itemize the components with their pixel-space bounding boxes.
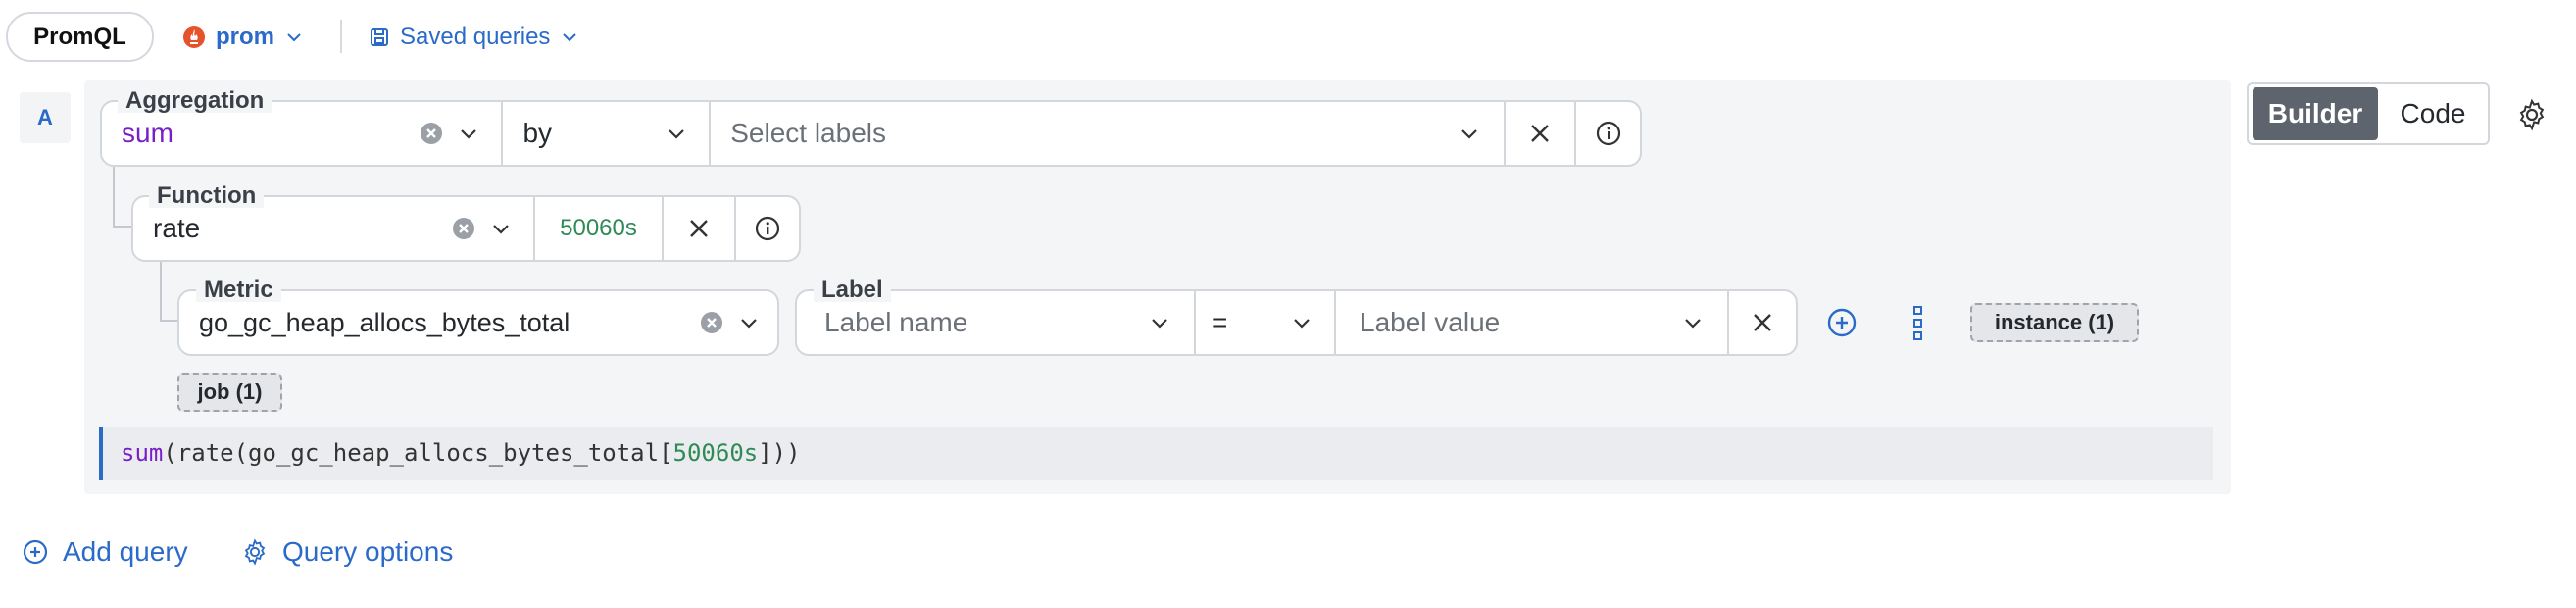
add-label-filter-button[interactable] <box>1826 307 1858 338</box>
gear-icon <box>241 538 269 566</box>
aggregation-legend: Aggregation <box>118 89 272 113</box>
select-labels-input[interactable]: Select labels <box>711 102 1507 165</box>
chevron-down-icon <box>1459 123 1480 144</box>
clear-icon[interactable] <box>451 216 476 241</box>
grouping-select[interactable]: by <box>503 102 712 165</box>
function-info-button[interactable] <box>736 197 799 260</box>
select-labels-placeholder: Select labels <box>730 118 886 148</box>
close-icon <box>1750 310 1775 335</box>
raw-query-body: (rate(go_gc_heap_allocs_bytes_total[ <box>163 439 673 467</box>
function-legend: Function <box>149 184 265 208</box>
metric-legend: Metric <box>196 279 281 302</box>
remove-label-filter-button[interactable] <box>1729 291 1796 354</box>
instance-label-hint[interactable]: instance (1) <box>1970 303 2139 342</box>
toolbar-divider <box>340 20 342 53</box>
prometheus-icon <box>182 25 206 49</box>
job-label-hint[interactable]: job (1) <box>177 373 282 412</box>
add-query-button[interactable]: Add query <box>22 530 188 575</box>
close-icon <box>1527 121 1553 146</box>
function-value: rate <box>153 213 201 243</box>
builder-mode-button[interactable]: Builder <box>2253 87 2378 140</box>
datasource-name: prom <box>216 24 274 50</box>
remove-function-button[interactable] <box>664 197 736 260</box>
chevron-down-icon <box>1291 312 1313 333</box>
raw-query-close: ])) <box>758 439 801 467</box>
query-language-pill[interactable]: PromQL <box>6 12 154 62</box>
label-filter-group: Label name = Label value <box>795 289 1798 356</box>
operation-info-button[interactable] <box>1576 102 1640 165</box>
saved-queries-label: Saved queries <box>400 24 551 50</box>
chevron-down-icon[interactable] <box>458 123 479 144</box>
info-icon <box>755 216 780 241</box>
label-legend: Label <box>814 279 891 302</box>
clear-icon[interactable] <box>419 121 444 146</box>
tree-connector <box>160 261 179 322</box>
chevron-down-icon <box>666 123 687 144</box>
label-value-select[interactable]: Label value <box>1336 291 1729 354</box>
query-letter-badge[interactable]: A <box>20 92 71 143</box>
chevron-down-icon[interactable] <box>738 312 760 333</box>
saved-queries-button[interactable]: Saved queries <box>369 20 579 55</box>
label-operator-select[interactable]: = <box>1196 291 1336 354</box>
aggregation-value: sum <box>122 118 173 148</box>
label-name-placeholder: Label name <box>824 307 968 337</box>
close-icon <box>686 216 712 241</box>
code-mode-button[interactable]: Code <box>2382 87 2484 140</box>
metric-value: go_gc_heap_allocs_bytes_total <box>199 307 570 337</box>
add-circle-icon <box>22 538 49 566</box>
drag-handle-icon[interactable] <box>1911 303 1925 342</box>
chevron-down-icon <box>1149 312 1170 333</box>
clear-icon[interactable] <box>699 310 724 335</box>
range-value: 50060s <box>560 215 637 241</box>
aggregation-group: sum by Select labels <box>100 100 1642 167</box>
raw-query-aggregation: sum <box>121 439 164 467</box>
range-input[interactable]: 50060s <box>535 197 664 260</box>
query-options-label: Query options <box>282 536 454 567</box>
raw-query-preview: sum (rate(go_gc_heap_allocs_bytes_total[5… <box>99 427 2213 480</box>
editor-mode-switch: Builder Code <box>2247 82 2490 145</box>
add-query-label: Add query <box>63 536 188 567</box>
query-options-button[interactable]: Query options <box>241 530 453 575</box>
label-operator-value: = <box>1212 307 1228 337</box>
raw-query-range: 50060s <box>672 439 759 467</box>
gear-icon[interactable] <box>2515 98 2549 131</box>
chevron-down-icon <box>560 27 579 47</box>
chevron-down-icon[interactable] <box>490 218 512 239</box>
chevron-down-icon <box>1682 312 1704 333</box>
remove-operation-button[interactable] <box>1506 102 1577 165</box>
grouping-value: by <box>522 118 553 148</box>
label-value-placeholder: Label value <box>1360 307 1501 337</box>
info-icon <box>1596 121 1621 146</box>
chevron-down-icon <box>284 27 304 47</box>
save-icon <box>369 26 390 48</box>
datasource-picker[interactable]: prom <box>182 20 304 55</box>
